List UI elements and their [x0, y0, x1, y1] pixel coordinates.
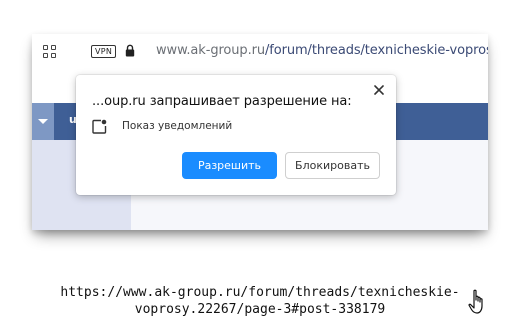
url-field[interactable]: www.ak-group.ru/forum/threads/texnichesk…	[156, 43, 488, 58]
site-dropdown-button[interactable]	[32, 103, 54, 140]
url-domain: www.ak-group.ru	[156, 43, 265, 58]
lock-icon[interactable]	[125, 44, 135, 57]
address-bar: VPN www.ak-group.ru/forum/threads/texnic…	[32, 34, 488, 70]
mouse-cursor-icon	[468, 289, 483, 314]
notification-bell-icon	[92, 119, 107, 134]
url-caption-line-1: https://www.ak-group.ru/forum/threads/te…	[60, 285, 460, 300]
allow-button[interactable]: Разрешить	[182, 152, 277, 179]
tabs-grid-icon[interactable]	[43, 45, 57, 59]
url-path: /forum/threads/texnicheskie-voprosy	[265, 43, 488, 58]
popup-title: ...oup.ru запрашивает разрешение на:	[92, 94, 352, 109]
notification-permission-popup: ...oup.ru запрашивает разрешение на: Пок…	[76, 75, 396, 195]
close-icon[interactable]	[372, 83, 386, 97]
vpn-badge[interactable]: VPN	[91, 45, 117, 58]
permission-label: Показ уведомлений	[122, 120, 233, 132]
url-caption-line-2: voprosy.22267/page-3#post-338179	[134, 302, 386, 316]
block-button[interactable]: Блокировать	[285, 152, 380, 179]
